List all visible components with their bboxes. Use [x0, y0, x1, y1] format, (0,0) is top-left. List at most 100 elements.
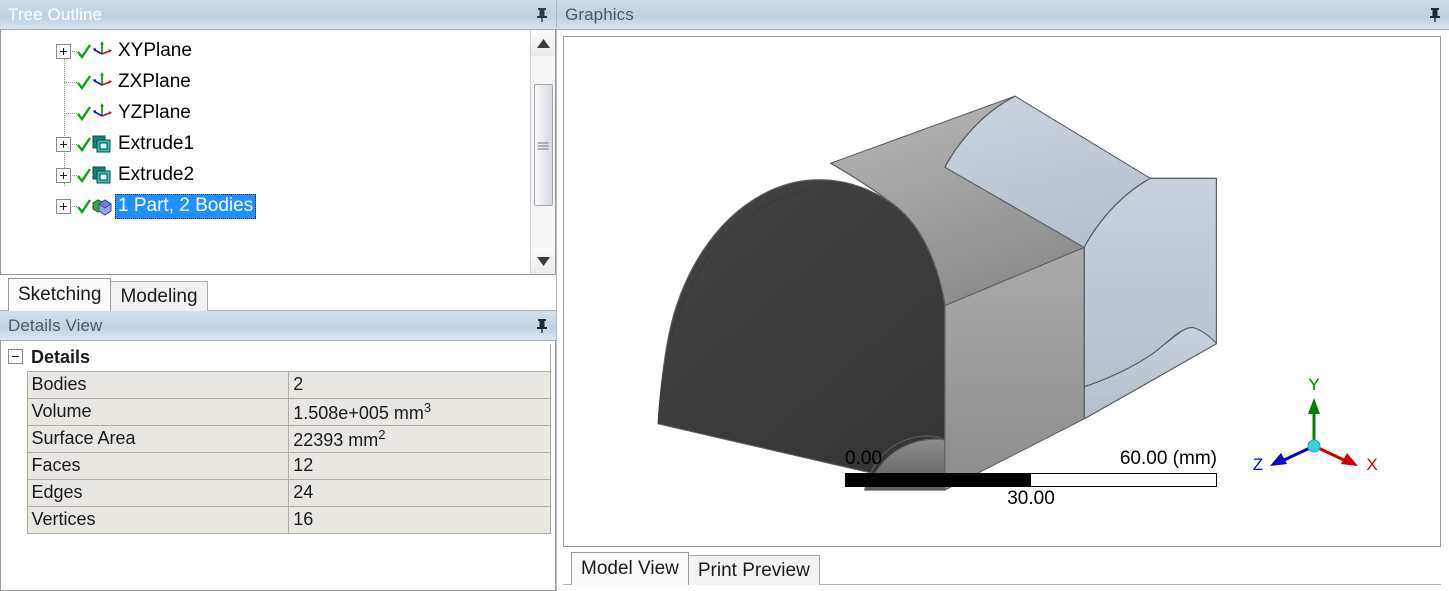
tab-label: Modeling: [120, 285, 198, 307]
table-row[interactable]: Volume 1.508e+005 mm3: [5, 397, 551, 426]
green-check-icon: [77, 198, 91, 215]
details-row-value[interactable]: 24: [288, 478, 551, 507]
graphics-viewport[interactable]: 0.00 60.00 (mm) 30.00 Y X Z: [563, 36, 1441, 547]
tree-connector: [64, 113, 77, 114]
tree-mode-tabstrip: Sketching Modeling: [0, 275, 556, 311]
row-gutter: [5, 371, 27, 398]
tree-item-label: Extrude1: [118, 133, 195, 154]
tree-outline-list: XYPlane ZXPlane YZPlane Extrude1 Extrude…: [1, 30, 530, 274]
details-group-gutter: [5, 344, 27, 371]
green-check-icon: [77, 74, 91, 91]
tree-outline-body: XYPlane ZXPlane YZPlane Extrude1 Extrude…: [0, 30, 556, 275]
tree-scrollbar-thumb[interactable]: [533, 84, 553, 206]
extrude-icon: [91, 133, 113, 155]
details-group-label: Details: [27, 344, 551, 372]
scroll-down-arrow-icon[interactable]: [530, 248, 555, 274]
details-view-title: Details View: [8, 315, 103, 335]
tree-outline-titlebar: Tree Outline: [0, 0, 556, 30]
expand-toggle-icon[interactable]: [56, 44, 71, 59]
details-row-value[interactable]: 22393 mm2: [288, 424, 551, 453]
details-group-row[interactable]: Details: [5, 344, 551, 372]
tab-modeling[interactable]: Modeling: [110, 281, 208, 311]
tree-connector: [64, 82, 77, 83]
expand-toggle-icon[interactable]: [56, 168, 71, 183]
plane-axes-icon: [91, 71, 113, 93]
value-superscript: 3: [423, 399, 432, 415]
value-superscript: 2: [378, 426, 386, 442]
value-text: 22393 mm: [293, 429, 379, 450]
value-text: 1.508e+005 mm: [293, 402, 424, 423]
left-dock-column: Tree Outline XYPlane ZXPlane YZPlane Ext…: [0, 0, 557, 591]
scale-bar-filled-half: [846, 474, 1031, 486]
triad-z-label: Z: [1253, 455, 1263, 474]
tree-item-part-bodies[interactable]: 1 Part, 2 Bodies: [1, 191, 530, 222]
details-row-label: Surface Area: [26, 424, 290, 453]
details-view-titlebar: Details View: [0, 311, 556, 341]
tree-outline-title: Tree Outline: [8, 4, 103, 24]
expand-toggle-icon[interactable]: [56, 137, 71, 152]
tree-item-extrude2[interactable]: Extrude2: [1, 160, 530, 191]
tab-label: Print Preview: [697, 559, 810, 581]
tree-item-label: ZXPlane: [118, 71, 191, 92]
graphics-title: Graphics: [565, 4, 634, 24]
scale-max-label: 60.00 (mm): [1119, 448, 1217, 469]
details-row-value[interactable]: 2: [288, 370, 551, 399]
row-gutter: [5, 452, 27, 479]
details-row-value[interactable]: 1.508e+005 mm3: [288, 397, 551, 426]
table-row[interactable]: Edges 24: [5, 478, 551, 507]
tree-item-extrude1[interactable]: Extrude1: [1, 129, 530, 160]
tab-label: Model View: [581, 558, 679, 579]
ansys-designmodeler-window: Tree Outline XYPlane ZXPlane YZPlane Ext…: [0, 0, 1449, 591]
tree-item-yzplane[interactable]: YZPlane: [1, 98, 530, 129]
graphics-tabstrip: Model View Print Preview: [557, 547, 1449, 591]
tree-item-xyplane[interactable]: XYPlane: [1, 36, 530, 67]
plane-axes-icon: [91, 102, 113, 124]
plane-axes-icon: [91, 40, 113, 62]
tree-scrollbar[interactable]: [530, 30, 555, 274]
details-view-panel: Details View Details Bodies 2 Volume 1.5…: [0, 311, 557, 591]
triad-y-label: Y: [1308, 375, 1319, 394]
pin-icon[interactable]: [534, 317, 550, 335]
expand-toggle-icon[interactable]: [56, 199, 71, 214]
green-check-icon: [77, 167, 91, 184]
details-row-label: Edges: [26, 478, 290, 507]
details-row-label: Faces: [26, 451, 290, 480]
tab-print-preview[interactable]: Print Preview: [687, 555, 820, 585]
tab-label: Sketching: [18, 284, 102, 305]
tab-sketching[interactable]: Sketching: [8, 278, 112, 311]
green-check-icon: [77, 43, 91, 60]
green-check-icon: [77, 136, 91, 153]
axis-triad[interactable]: Y X Z: [1244, 374, 1384, 484]
triad-x-label: X: [1366, 455, 1377, 474]
scroll-up-arrow-icon[interactable]: [530, 30, 555, 56]
details-row-label: Volume: [26, 397, 290, 426]
details-row-value[interactable]: 12: [288, 451, 551, 480]
scroll-thumb-grip-icon: [537, 141, 549, 150]
tree-item-label: XYPlane: [118, 40, 192, 61]
table-row[interactable]: Vertices 16: [5, 505, 551, 534]
tree-item-zxplane[interactable]: ZXPlane: [1, 67, 530, 98]
scale-min-label: 0.00: [845, 448, 882, 469]
pin-icon[interactable]: [1427, 6, 1443, 24]
green-check-icon: [77, 105, 91, 122]
details-view-body: Details Bodies 2 Volume 1.508e+005 mm3 S…: [0, 341, 556, 591]
row-gutter: [5, 479, 27, 506]
table-row[interactable]: Faces 12: [5, 451, 551, 480]
details-table: Details Bodies 2 Volume 1.508e+005 mm3 S…: [5, 344, 551, 534]
pin-icon[interactable]: [534, 6, 550, 24]
part-bodies-icon: [91, 195, 113, 217]
triad-origin-marker: [1307, 439, 1321, 453]
details-row-value[interactable]: 16: [288, 505, 551, 534]
minus-collapse-icon[interactable]: [8, 349, 23, 364]
tree-outline-panel: Tree Outline XYPlane ZXPlane YZPlane Ext…: [0, 0, 557, 311]
scale-mid-label: 30.00: [1007, 488, 1055, 509]
details-row-label: Bodies: [26, 370, 290, 399]
scale-bar: 0.00 60.00 (mm) 30.00: [845, 448, 1217, 510]
details-row-label: Vertices: [26, 505, 290, 534]
row-gutter: [5, 398, 27, 425]
table-row[interactable]: Surface Area 22393 mm2: [5, 424, 551, 453]
tree-scrollbar-track[interactable]: [530, 56, 555, 248]
graphics-titlebar: Graphics: [557, 0, 1449, 30]
table-row[interactable]: Bodies 2: [5, 370, 551, 399]
tab-model-view[interactable]: Model View: [571, 552, 689, 585]
